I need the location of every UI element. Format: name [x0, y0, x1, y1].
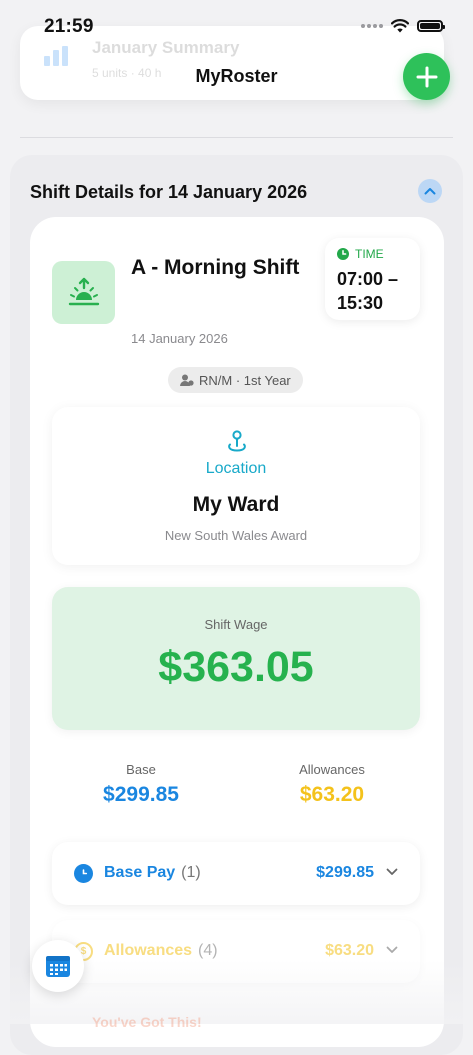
shift-type-badge [52, 261, 115, 324]
collapse-section-button[interactable] [418, 179, 442, 203]
plus-icon [416, 66, 437, 87]
calendar-icon [46, 956, 70, 977]
chevron-up-icon [424, 188, 436, 195]
allowances-row-label: Allowances (4) [104, 942, 218, 960]
role-badge: RN/M · 1st Year [168, 367, 303, 393]
role-text: RN/M · 1st Year [199, 372, 291, 388]
battery-icon [417, 20, 445, 32]
time-box: TIME 07:00 – 15:30 [325, 238, 420, 320]
base-pay-amount: $299.85 [316, 864, 374, 881]
shift-wage-label: Shift Wage [204, 617, 268, 632]
status-bar: 21:59 [0, 0, 473, 54]
base-pay-row[interactable]: Base Pay (1) $299.85 [52, 842, 420, 905]
location-card: Location My Ward New South Wales Award [52, 407, 420, 565]
clock-icon [337, 248, 349, 260]
status-icons [361, 19, 445, 33]
allowances-value: $63.20 [299, 783, 365, 806]
base-pay-count: (1) [181, 864, 201, 881]
allowances-row[interactable]: $ Allowances (4) $63.20 [52, 920, 420, 983]
location-award: New South Wales Award [164, 528, 308, 543]
wifi-icon [391, 19, 409, 33]
base-pay-title: Base Pay [104, 864, 176, 881]
chevron-down-icon [386, 868, 398, 875]
allowances-label: Allowances [299, 762, 365, 777]
person-badge-icon [180, 374, 194, 386]
shift-name: A - Morning Shift [131, 256, 300, 279]
divider [20, 137, 453, 138]
status-time: 21:59 [44, 16, 94, 37]
time-label: TIME [355, 247, 384, 261]
base-summary: Base $299.85 [51, 762, 231, 807]
allowances-amount: $63.20 [325, 942, 374, 959]
location-label: Location [205, 460, 267, 477]
footer-hint: You've Got This! [92, 1014, 202, 1030]
shift-date: 14 January 2026 [131, 331, 228, 346]
cellular-signal-icon [361, 24, 383, 28]
base-value: $299.85 [103, 783, 179, 806]
allowances-count: (4) [198, 942, 218, 959]
shift-wage-card: Shift Wage $363.05 [52, 587, 420, 730]
sunrise-icon [68, 277, 99, 305]
location-pin-icon [228, 430, 246, 452]
allowances-summary: Allowances $63.20 [242, 762, 422, 807]
section-title: Shift Details for 14 January 2026 [30, 182, 308, 202]
shift-time: 07:00 – 15:30 [337, 269, 399, 313]
location-name: My Ward [192, 493, 280, 516]
base-pay-label: Base Pay (1) [104, 864, 201, 882]
add-shift-button[interactable] [403, 53, 450, 100]
base-label: Base [126, 762, 156, 777]
chevron-down-icon [386, 946, 398, 953]
calendar-button[interactable] [32, 940, 84, 992]
time-label-row: TIME [337, 247, 384, 261]
shift-wage-value: $363.05 [158, 643, 314, 691]
allowances-title: Allowances [104, 942, 193, 959]
clock-icon [74, 864, 93, 883]
